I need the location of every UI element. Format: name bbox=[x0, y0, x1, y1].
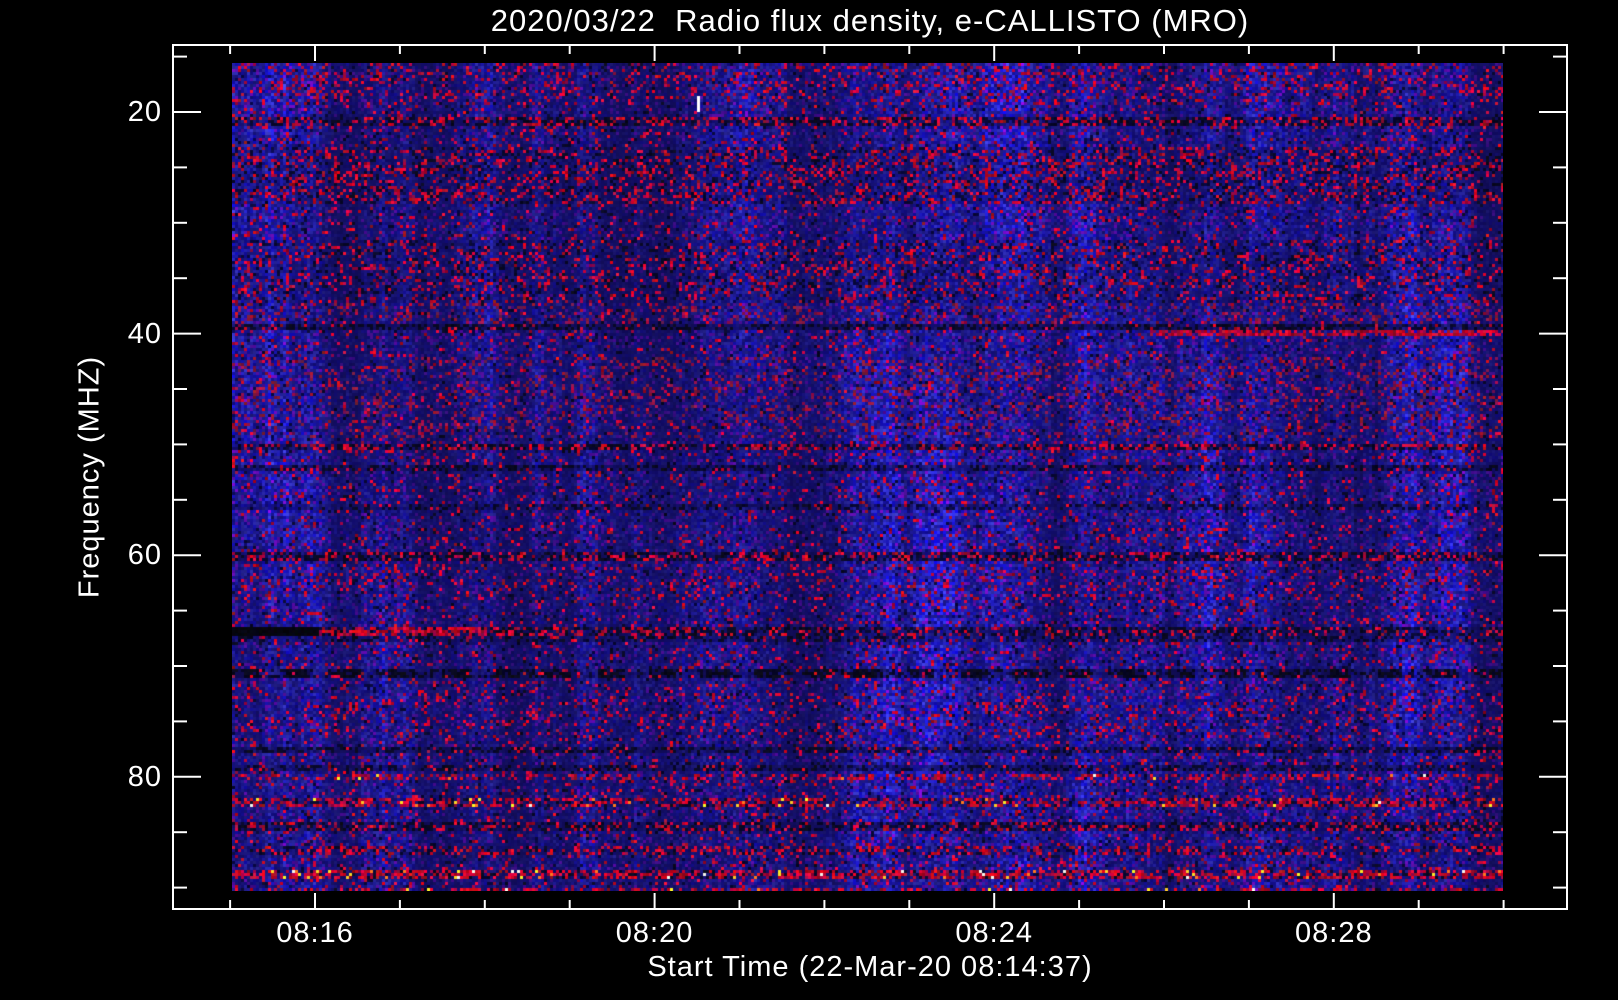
x-tick-label: 08:24 bbox=[955, 917, 1033, 949]
y-tick-label: 20 bbox=[127, 96, 162, 128]
x-tick-label: 08:20 bbox=[615, 917, 694, 949]
y-tick-label: 60 bbox=[127, 539, 162, 572]
x-axis-label: Start Time (22-Mar-20 08:14:37) bbox=[647, 951, 1093, 983]
x-tick-label: 08:16 bbox=[276, 917, 354, 949]
chart-title: 2020/03/22 Radio flux density, e-CALLIST… bbox=[490, 3, 1250, 38]
y-tick-label: 80 bbox=[127, 760, 162, 793]
spectrogram-figure: 2020/03/22 Radio flux density, e-CALLIST… bbox=[0, 0, 1618, 1000]
y-tick-label: 40 bbox=[127, 317, 162, 350]
spectrogram-image bbox=[232, 63, 1503, 891]
x-tick-label: 08:28 bbox=[1295, 917, 1373, 949]
